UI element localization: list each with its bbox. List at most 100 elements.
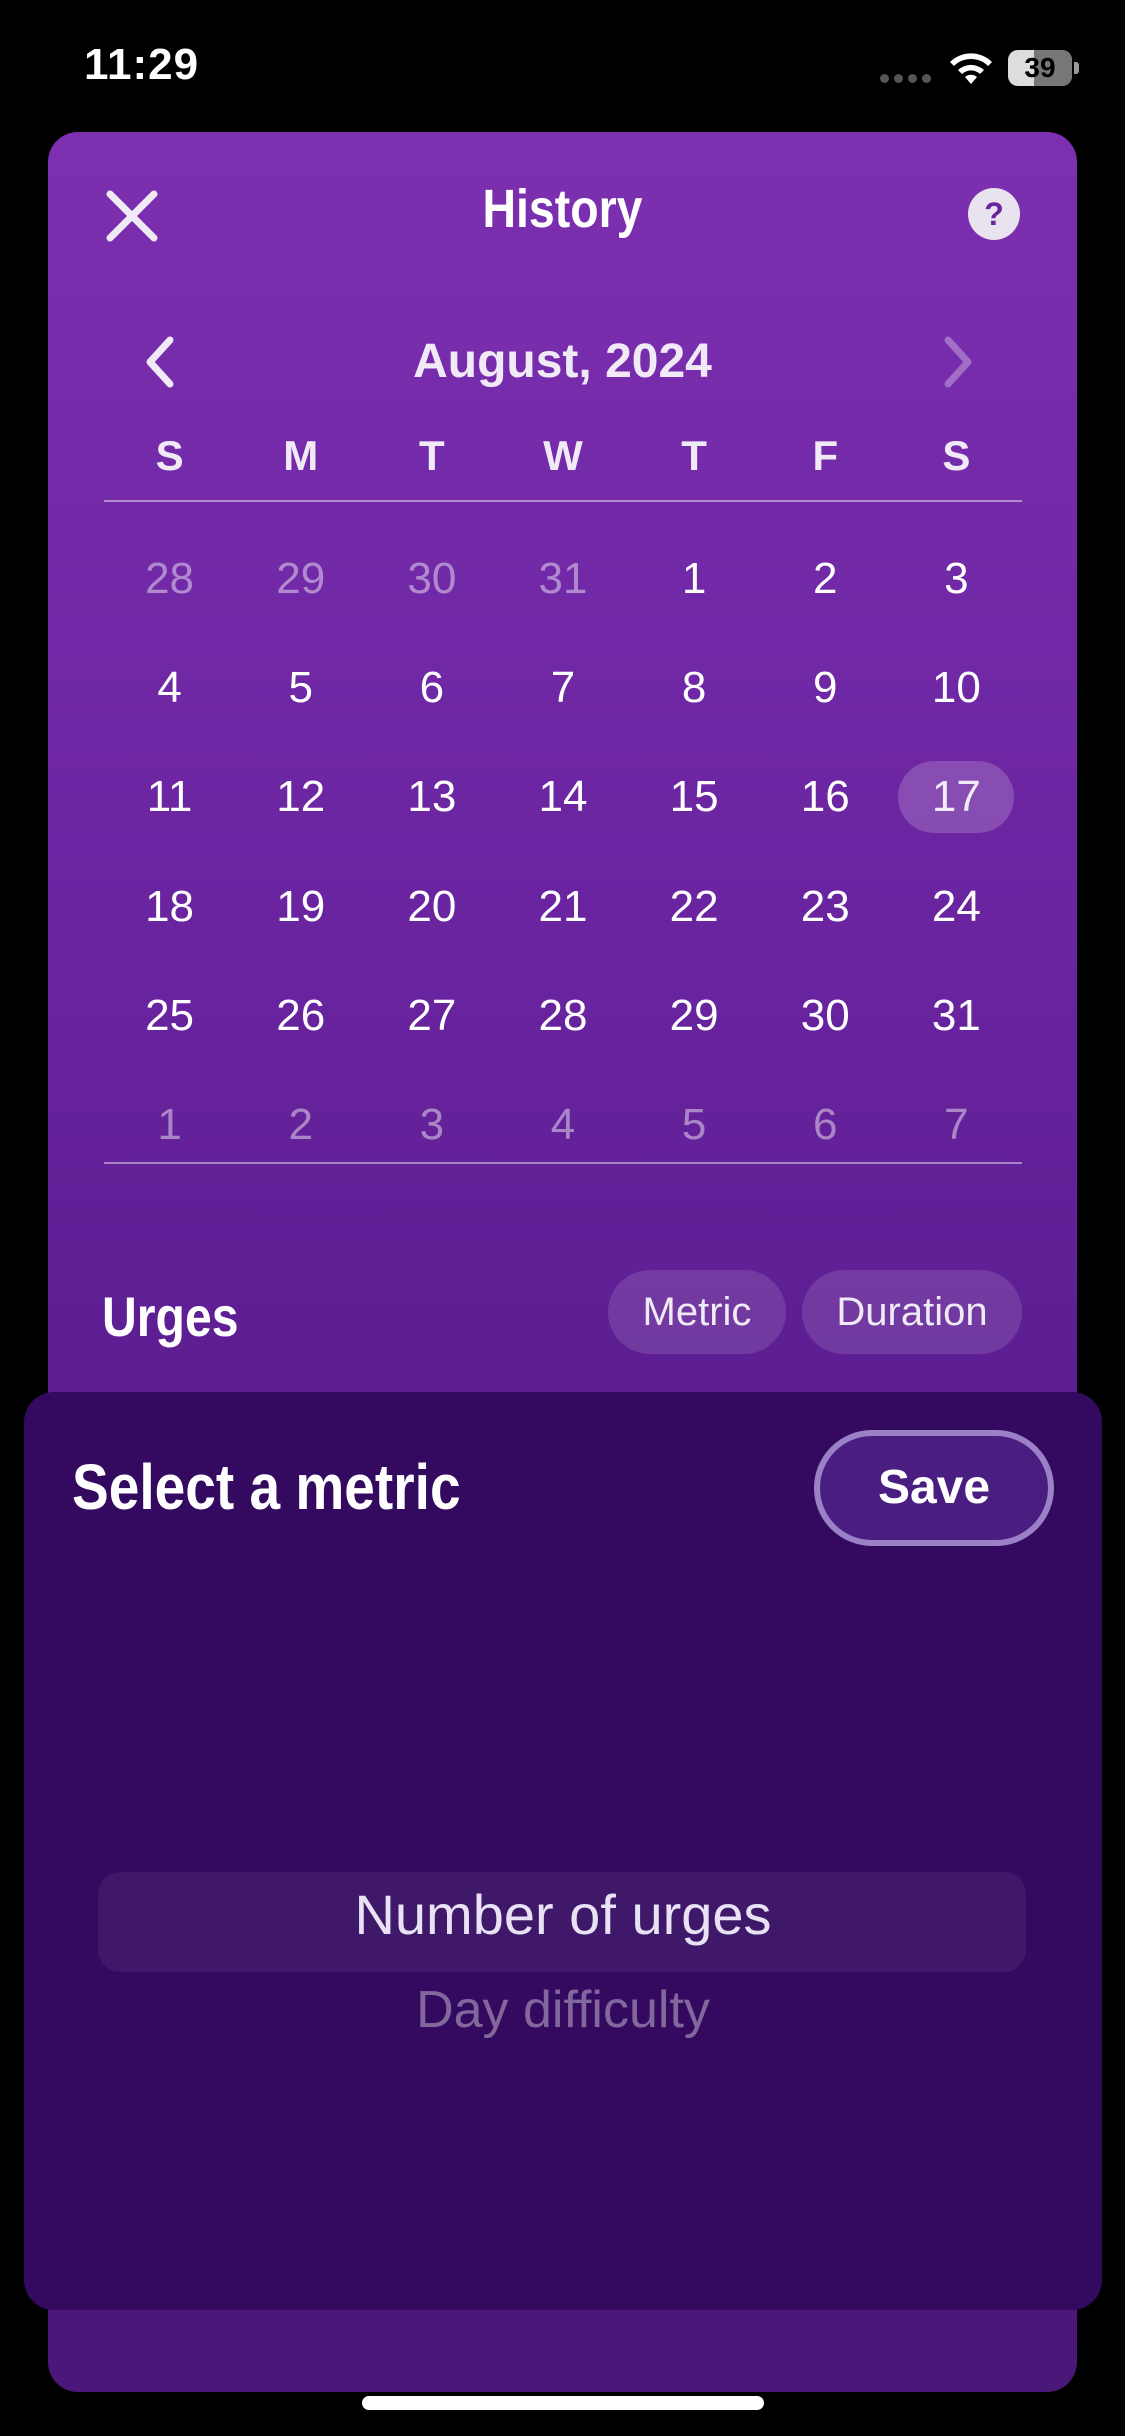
day[interactable]: 31 <box>505 543 621 615</box>
day[interactable]: 4 <box>112 652 228 724</box>
weekday-label: S <box>155 432 184 479</box>
day-cell: 28 <box>104 524 235 633</box>
day[interactable]: 15 <box>636 761 752 833</box>
day[interactable]: 26 <box>243 980 359 1052</box>
day-cell: 21 <box>497 852 628 961</box>
day-cell: 29 <box>629 961 760 1070</box>
week-row: 25 26 27 28 29 30 31 <box>104 961 1022 1070</box>
week-row: 18 19 20 21 22 23 24 <box>104 852 1022 961</box>
day[interactable]: 5 <box>636 1089 752 1161</box>
day[interactable]: 8 <box>636 652 752 724</box>
day-cell: 26 <box>235 961 366 1070</box>
day[interactable]: 19 <box>243 871 359 943</box>
day-cell: 16 <box>760 743 891 852</box>
day[interactable]: 24 <box>898 871 1014 943</box>
day-cell: 1 <box>629 524 760 633</box>
day-cell: 7 <box>497 633 628 742</box>
day[interactable]: 18 <box>112 871 228 943</box>
day-cell: 17 <box>891 743 1022 852</box>
day[interactable]: 6 <box>374 652 490 724</box>
day-cell: 18 <box>104 852 235 961</box>
day[interactable]: 20 <box>374 871 490 943</box>
day-cell: 11 <box>104 743 235 852</box>
day-cell: 29 <box>235 524 366 633</box>
weekday-label: T <box>681 432 707 479</box>
weekday-label: W <box>543 432 583 479</box>
day[interactable]: 14 <box>505 761 621 833</box>
day-cell: 6 <box>366 633 497 742</box>
home-indicator <box>362 2396 764 2410</box>
day-cell: 24 <box>891 852 1022 961</box>
day[interactable]: 2 <box>767 543 883 615</box>
metric-button[interactable]: Metric <box>608 1270 786 1354</box>
day-cell: 9 <box>760 633 891 742</box>
week-row: 11 12 13 14 15 16 17 <box>104 743 1022 852</box>
day-cell: 19 <box>235 852 366 961</box>
divider <box>104 500 1022 502</box>
day[interactable]: 2 <box>243 1089 359 1161</box>
day-cell: 10 <box>891 633 1022 742</box>
wifi-icon <box>950 53 992 84</box>
status-time: 11:29 <box>84 40 200 89</box>
day[interactable]: 30 <box>374 543 490 615</box>
day[interactable]: 3 <box>374 1089 490 1161</box>
day[interactable]: 21 <box>505 871 621 943</box>
cellular-signal-icon <box>880 74 932 86</box>
day[interactable]: 3 <box>898 543 1014 615</box>
weekday-label: S <box>942 432 971 479</box>
day[interactable]: 28 <box>112 543 228 615</box>
day[interactable]: 31 <box>898 980 1014 1052</box>
day[interactable]: 25 <box>112 980 228 1052</box>
day[interactable]: 23 <box>767 871 883 943</box>
picker-option-day-difficulty[interactable]: Day difficulty <box>24 1980 1102 2040</box>
day-cell: 12 <box>235 743 366 852</box>
help-icon[interactable]: ? <box>968 188 1020 240</box>
day[interactable]: 29 <box>243 543 359 615</box>
duration-button[interactable]: Duration <box>802 1270 1022 1354</box>
day[interactable]: 7 <box>505 652 621 724</box>
day[interactable]: 1 <box>112 1089 228 1161</box>
day[interactable]: 13 <box>374 761 490 833</box>
picker-option-number-of-urges[interactable]: Number of urges <box>24 1882 1102 1947</box>
day-cell: 22 <box>629 852 760 961</box>
select-metric-sheet: Select a metric Save Number of urges Day… <box>24 1392 1102 2310</box>
day-cell: 28 <box>497 961 628 1070</box>
day[interactable]: 27 <box>374 980 490 1052</box>
day-cell: 31 <box>497 524 628 633</box>
weekday-label: F <box>812 432 839 479</box>
day-cell: 25 <box>104 961 235 1070</box>
day[interactable]: 1 <box>636 543 752 615</box>
day[interactable]: 10 <box>898 652 1014 724</box>
day-cell: 20 <box>366 852 497 961</box>
day[interactable]: 6 <box>767 1089 883 1161</box>
day-cell: 27 <box>366 961 497 1070</box>
day[interactable]: 11 <box>112 761 228 833</box>
day-cell: 30 <box>760 961 891 1070</box>
day[interactable]: 7 <box>898 1089 1014 1161</box>
day[interactable]: 28 <box>505 980 621 1052</box>
day[interactable]: 22 <box>636 871 752 943</box>
status-bar: 11:29 39 <box>0 0 1125 130</box>
weekday-label: T <box>419 432 445 479</box>
day[interactable]: 9 <box>767 652 883 724</box>
day[interactable]: 16 <box>767 761 883 833</box>
day[interactable]: 4 <box>505 1089 621 1161</box>
day[interactable]: 12 <box>243 761 359 833</box>
day-cell: 30 <box>366 524 497 633</box>
day-cell: 14 <box>497 743 628 852</box>
chevron-right-icon[interactable] <box>938 332 978 392</box>
day[interactable]: 5 <box>243 652 359 724</box>
battery-icon: 39 <box>1008 50 1080 86</box>
page-title: History <box>482 179 643 239</box>
day[interactable]: 29 <box>636 980 752 1052</box>
save-button[interactable]: Save <box>814 1430 1054 1546</box>
selected-day[interactable]: 17 <box>898 761 1015 834</box>
battery-level: 39 <box>1024 52 1056 83</box>
day-cell: 23 <box>760 852 891 961</box>
day-cell: 13 <box>366 743 497 852</box>
day-cell: 31 <box>891 961 1022 1070</box>
week-row: 28 29 30 31 1 2 3 <box>104 524 1022 633</box>
weekday-header-row: SMTWTFS <box>104 432 1022 480</box>
day-cell: 2 <box>760 524 891 633</box>
day[interactable]: 30 <box>767 980 883 1052</box>
